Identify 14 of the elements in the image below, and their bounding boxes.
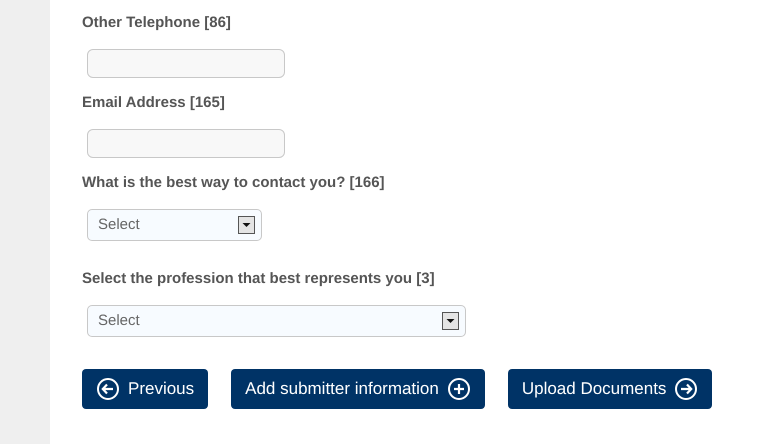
input-field[interactable] [87,129,285,158]
add-button[interactable]: Add submitter information [231,369,485,409]
upload-button[interactable]: Upload Documents [508,369,712,409]
field-label: Select the profession that best represents you [3] [82,269,436,289]
field-label: Other Telephone [86] [82,13,232,33]
dropdown[interactable]: Select [87,209,262,241]
plus-circle-icon [446,377,471,401]
input-field[interactable] [87,49,285,78]
previous-button[interactable]: Previous [82,369,208,409]
field-label: Email Address [165] [82,93,226,113]
field-label: What is the best way to contact you? [166] [82,173,386,193]
left-arrow-circle-icon [96,377,120,401]
right-arrow-circle-icon [674,377,698,401]
dropdown[interactable]: Select [87,305,466,337]
